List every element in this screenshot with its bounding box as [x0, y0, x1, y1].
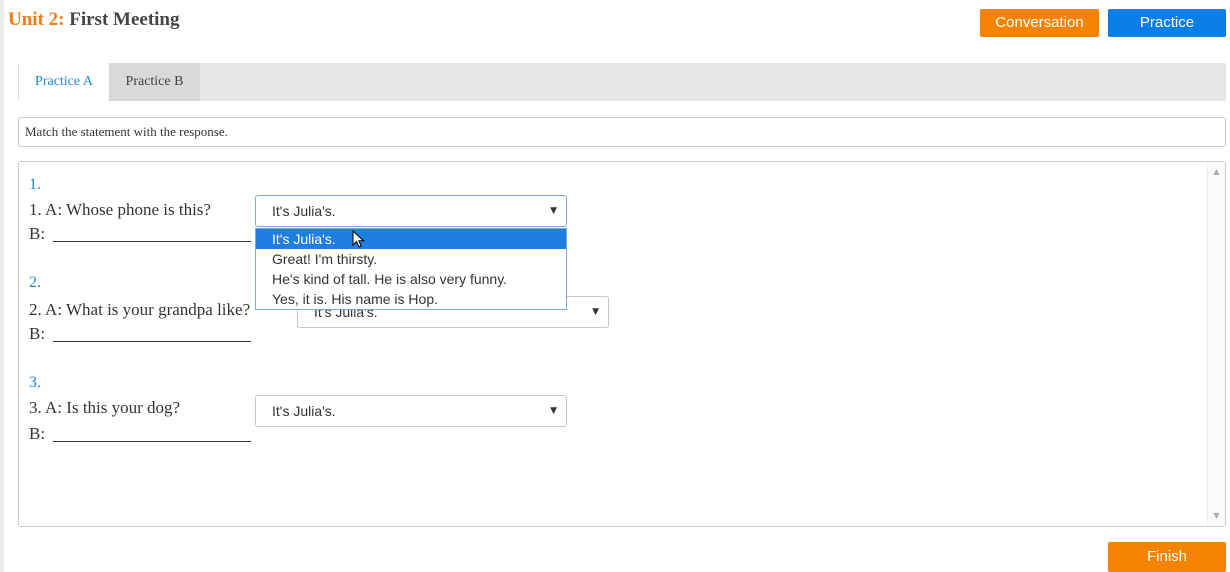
- response-prefix: B:: [29, 224, 46, 243]
- exercise-panel: ▲ ▼ 1. 1. A: Whose phone is this? B: 2. …: [18, 161, 1226, 527]
- dropdown-list: It's Julia's. Great! I'm thirsty. He's k…: [255, 228, 567, 310]
- dropdown-option[interactable]: Yes, it is. His name is Hop.: [256, 289, 566, 309]
- dropdown-option[interactable]: It's Julia's.: [256, 229, 566, 249]
- question-number: 3.: [29, 374, 41, 391]
- vertical-scrollbar[interactable]: ▲ ▼: [1207, 162, 1225, 526]
- tab-practice-a[interactable]: Practice A: [18, 63, 109, 101]
- response-line: B:: [29, 324, 252, 344]
- question-statement: 3. A: Is this your dog?: [29, 398, 181, 417]
- tab-practice-b[interactable]: Practice B: [109, 63, 200, 101]
- chevron-down-icon: ▼: [550, 206, 557, 216]
- question-number: 1.: [29, 176, 41, 193]
- question-number: 2.: [29, 274, 41, 291]
- select-value: It's Julia's.: [272, 203, 336, 219]
- response-select-3[interactable]: It's Julia's. ▼: [255, 395, 567, 427]
- response-blank: [53, 424, 252, 442]
- chevron-down-icon: ▼: [592, 307, 599, 317]
- mouse-cursor-icon: [352, 230, 365, 248]
- scroll-up-icon[interactable]: ▲: [1208, 164, 1225, 180]
- response-prefix: B:: [29, 424, 46, 443]
- response-prefix: B:: [29, 324, 46, 343]
- response-blank: [53, 224, 252, 242]
- dropdown-option[interactable]: Great! I'm thirsty.: [256, 249, 566, 269]
- left-border: [0, 0, 4, 572]
- response-line: B:: [29, 224, 252, 244]
- instruction-text: Match the statement with the response.: [18, 117, 1226, 147]
- practice-button[interactable]: Practice: [1108, 9, 1226, 37]
- response-line: B:: [29, 424, 252, 444]
- conversation-button[interactable]: Conversation: [980, 9, 1099, 37]
- finish-button[interactable]: Finish: [1108, 542, 1226, 572]
- response-select-1[interactable]: It's Julia's. ▼: [255, 195, 567, 227]
- unit-label: Unit 2:: [8, 9, 65, 30]
- scroll-down-icon[interactable]: ▼: [1208, 508, 1225, 524]
- question-statement: 1. A: Whose phone is this?: [29, 200, 211, 219]
- unit-title: First Meeting: [69, 9, 180, 30]
- tab-bar: Practice A Practice B: [18, 63, 1226, 101]
- page-title: Unit 2: First Meeting: [8, 9, 180, 31]
- chevron-down-icon: ▼: [550, 406, 557, 416]
- response-blank: [53, 324, 252, 342]
- question-statement: 2. A: What is your grandpa like?: [29, 300, 251, 319]
- select-value: It's Julia's.: [272, 403, 336, 419]
- dropdown-option[interactable]: He's kind of tall. He is also very funny…: [256, 269, 566, 289]
